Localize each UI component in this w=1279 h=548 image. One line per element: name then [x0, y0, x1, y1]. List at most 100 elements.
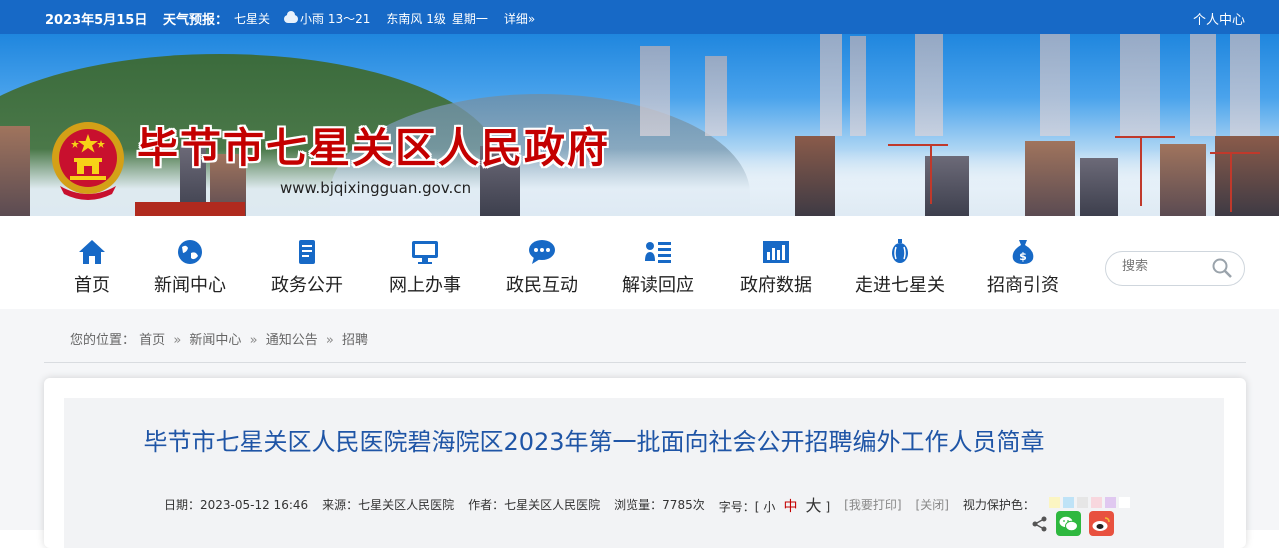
crane-arm: [1115, 136, 1175, 138]
font-size-control: 字号：[小中大]: [719, 492, 830, 516]
nav-item-interpretation[interactable]: 解读回应: [621, 239, 695, 297]
weather-detail-group: 小雨 13～21: [284, 10, 370, 27]
banner-building: [1160, 144, 1206, 216]
banner-building: [915, 34, 943, 136]
banner-building: [1120, 34, 1160, 136]
nav-item-online-service[interactable]: 网上办事: [388, 239, 462, 297]
crane-mast: [1230, 152, 1232, 212]
nav-item-home[interactable]: 首页: [72, 239, 112, 297]
nav-label: 政府数据: [740, 275, 812, 296]
breadcrumb-notices[interactable]: 通知公告: [266, 333, 318, 348]
font-size-medium-button[interactable]: 中: [783, 499, 797, 515]
breadcrumb: 您的位置： 首页 » 新闻中心 » 通知公告 » 招聘: [70, 329, 368, 348]
crane-mast: [930, 144, 932, 204]
breadcrumb-separator: »: [249, 333, 258, 348]
nav-item-gov-data[interactable]: 政府数据: [739, 239, 813, 297]
breadcrumb-news[interactable]: 新闻中心: [189, 333, 241, 348]
home-icon: [79, 240, 105, 264]
header-banner: 毕节市七星关区人民政府 www.bjqixingguan.gov.cn: [0, 34, 1279, 216]
eye-color-purple-button[interactable]: [1104, 497, 1116, 508]
banner-building: [705, 56, 727, 136]
eye-color-pink-button[interactable]: [1090, 497, 1102, 508]
breadcrumb-recruitment[interactable]: 招聘: [342, 333, 368, 348]
article-header: 毕节市七星关区人民医院碧海院区2023年第一批面向社会公开招聘编外工作人员简章 …: [64, 398, 1224, 548]
weather-wind: 东南风 1级: [386, 12, 446, 26]
font-size-large-button[interactable]: 大: [805, 496, 821, 515]
current-date: 2023年5月15日: [45, 13, 148, 28]
banner-building: [820, 34, 842, 136]
banner-building: [1190, 34, 1216, 136]
nav-item-interaction[interactable]: 政民互动: [505, 239, 579, 297]
site-title: 毕节市七星关区人民政府: [137, 124, 610, 172]
breadcrumb-separator: »: [173, 333, 182, 348]
banner-building: [1025, 141, 1075, 216]
nav-label: 网上办事: [389, 275, 461, 296]
font-size-small-button[interactable]: 小: [763, 500, 775, 514]
crane-arm: [888, 144, 948, 146]
nav-label: 走进七星关: [855, 275, 945, 296]
top-bar: 2023年5月15日 天气预报： 七星关 小雨 13～21 东南风 1级 星期一…: [0, 0, 1279, 34]
crane-arm: [1210, 152, 1260, 154]
nav-item-about-qixingguan[interactable]: 走进七星关: [854, 239, 946, 297]
list-icon: [645, 242, 671, 263]
nav-label: 新闻中心: [154, 275, 226, 296]
nav-label: 政务公开: [271, 275, 343, 296]
banner-building: [135, 202, 245, 216]
eye-color-yellow-button[interactable]: [1048, 497, 1060, 508]
nav-item-gov-affairs[interactable]: 政务公开: [270, 239, 344, 297]
wechat-share-button[interactable]: [1056, 511, 1081, 536]
banner-building: [850, 36, 866, 136]
breadcrumb-separator: »: [325, 333, 334, 348]
eye-color-blue-button[interactable]: [1062, 497, 1074, 508]
search-input[interactable]: [1120, 258, 1214, 275]
banner-building: [1080, 158, 1118, 216]
banner-building: [0, 126, 30, 216]
site-url: www.bjqixingguan.gov.cn: [280, 179, 472, 197]
nav-label: 政民互动: [506, 275, 578, 296]
search-icon[interactable]: [1212, 258, 1232, 278]
search-box: [1105, 251, 1245, 286]
wechat-icon: [1059, 516, 1078, 531]
share-bar: [1032, 511, 1114, 536]
main-navigation: 首页 新闻中心 政务公开 网上办事 政民互动 解读回应 政府数据 走进七星关 $…: [0, 219, 1279, 309]
share-icon: [1032, 516, 1047, 531]
font-size-bracket: ]: [825, 500, 831, 514]
weather-weekday: 星期一: [451, 12, 488, 26]
nav-label: 解读回应: [622, 275, 694, 296]
eye-protect-label: 视力保护色：: [962, 497, 1035, 512]
article-meta: 日期：2023-05-12 16:46 来源：七星关区人民医院 作者：七星关区人…: [164, 492, 1133, 516]
close-button[interactable]: [关闭]: [916, 496, 949, 513]
banner-building: [1230, 34, 1260, 136]
svg-text:$: $: [1019, 250, 1027, 263]
article-title: 毕节市七星关区人民医院碧海院区2023年第一批面向社会公开招聘编外工作人员简章: [143, 428, 1045, 456]
article-source: 来源：七星关区人民医院: [322, 497, 455, 512]
font-size-bracket: [: [754, 500, 760, 514]
monitor-icon: [412, 241, 438, 264]
weibo-icon: [1092, 516, 1110, 531]
lantern-icon: [892, 239, 908, 263]
user-center-link[interactable]: 个人中心: [1193, 9, 1245, 28]
print-button[interactable]: [我要打印]: [844, 496, 901, 513]
breadcrumb-divider: [44, 362, 1246, 363]
nav-item-investment[interactable]: $ 招商引资: [986, 239, 1060, 297]
weather-detail-link[interactable]: 详细»: [504, 10, 535, 27]
weather-city: 七星关: [234, 12, 271, 26]
eye-color-white-button[interactable]: [1118, 497, 1130, 508]
bar-chart-icon: [763, 241, 789, 263]
article-card: 毕节市七星关区人民医院碧海院区2023年第一批面向社会公开招聘编外工作人员简章 …: [44, 378, 1246, 548]
eye-color-gray-button[interactable]: [1076, 497, 1088, 508]
national-emblem-icon: [52, 122, 124, 200]
breadcrumb-prefix: 您的位置：: [70, 333, 136, 348]
weibo-share-button[interactable]: [1089, 511, 1114, 536]
breadcrumb-home[interactable]: 首页: [139, 333, 165, 348]
font-size-label: 字号：: [718, 500, 755, 514]
nav-item-news[interactable]: 新闻中心: [153, 239, 227, 297]
chat-icon: [529, 240, 555, 264]
weather-condition: 小雨 13～21: [300, 12, 371, 26]
nav-label: 招商引资: [987, 275, 1059, 296]
banner-building: [1215, 136, 1279, 216]
article-author: 作者：七星关区人民医院: [468, 497, 601, 512]
globe-icon: [178, 240, 202, 264]
banner-building: [1040, 34, 1070, 136]
article-views: 浏览量：7785次: [614, 497, 705, 512]
